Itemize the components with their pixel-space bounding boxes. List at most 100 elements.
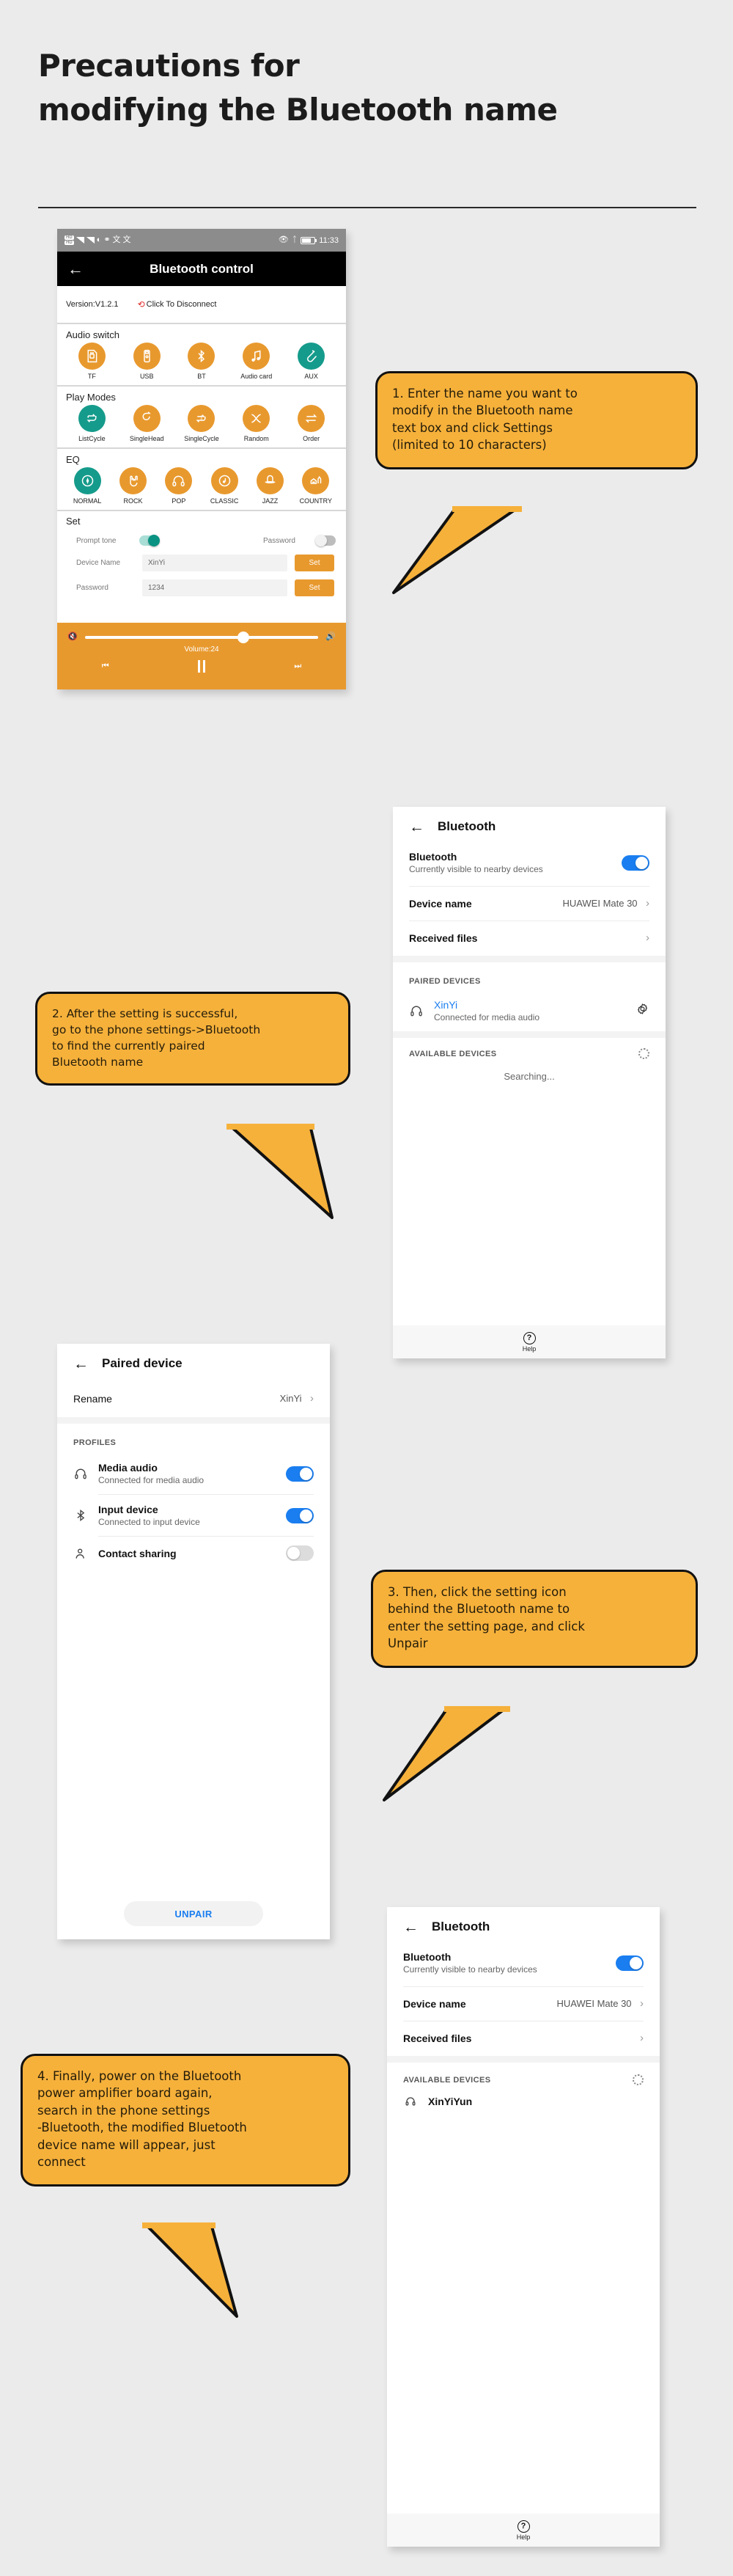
profile-toggle-media-audio[interactable]: [286, 1466, 314, 1482]
password-input[interactable]: 1234: [142, 579, 287, 596]
password-label: Password: [76, 583, 108, 592]
volume-slider-knob[interactable]: [237, 631, 250, 643]
callout-step-2-tail: [226, 1124, 334, 1219]
ime-icon-2: 文: [122, 235, 131, 244]
eq-item-country[interactable]: COUNTRY: [293, 467, 339, 505]
headphones-icon: [165, 467, 193, 494]
profile-toggle-input-device[interactable]: [286, 1507, 314, 1523]
profile-row-input-device[interactable]: Input device Connected to input device: [57, 1495, 330, 1536]
available-device-name[interactable]: XinYiYun: [428, 2096, 644, 2107]
callout-step-4-tail: [142, 2222, 238, 2318]
paired-device-status: Connected for media audio: [434, 1012, 540, 1022]
play-mode-label: SingleHead: [129, 435, 164, 442]
eq-item-pop[interactable]: POP: [156, 467, 202, 505]
password-toggle-label: Password: [263, 536, 295, 545]
received-files-row[interactable]: Received files ›: [393, 921, 666, 956]
profile-row-contact-sharing[interactable]: Contact sharing: [57, 1537, 330, 1570]
play-mode-item-singlecycle[interactable]: 1 SingleCycle: [174, 405, 229, 442]
device-name-label: Device name: [409, 898, 472, 910]
bluetooth-toggle[interactable]: [622, 855, 649, 871]
music-note-icon: [243, 343, 270, 370]
volume-mute-icon[interactable]: 🔇: [67, 633, 78, 641]
rename-row[interactable]: Rename XinYi ›: [57, 1383, 330, 1417]
disconnect-button[interactable]: ⟲ Click To Disconnect: [138, 299, 217, 310]
bluetooth-icon: [73, 1508, 88, 1523]
rename-label: Rename: [73, 1393, 112, 1405]
audio-switch-label: USB: [139, 373, 154, 380]
wechat-icon: ⚭: [103, 235, 111, 244]
play-mode-item-random[interactable]: Random: [229, 405, 284, 442]
eq-label: COUNTRY: [299, 497, 332, 505]
refresh-icon: ⟲: [137, 299, 145, 310]
play-mode-label: SingleCycle: [184, 435, 219, 442]
audio-switch-item-tf[interactable]: TF: [65, 343, 119, 380]
profile-row-media-audio[interactable]: Media audio Connected for media audio: [57, 1453, 330, 1494]
paired-device-name[interactable]: XinYi: [434, 999, 625, 1011]
available-device-row[interactable]: XinYiYun: [387, 2085, 660, 2118]
eq-item-jazz[interactable]: JAZZ: [247, 467, 292, 505]
pause-icon[interactable]: [197, 660, 205, 673]
settings-bar: ← Bluetooth: [393, 807, 666, 846]
audio-switch-item-audio-card[interactable]: Audio card: [229, 343, 284, 380]
play-mode-item-singlehead[interactable]: SingleHead: [119, 405, 174, 442]
bluetooth-toggle[interactable]: [616, 1955, 644, 1971]
gear-icon[interactable]: [636, 1002, 649, 1020]
phone-screenshot-paired-device: ← Paired device Rename XinYi › PROFILES …: [57, 1344, 330, 1939]
callout-step-1-text: 1. Enter the name you want to modify in …: [375, 371, 698, 469]
audio-switch-item-usb[interactable]: USB: [119, 343, 174, 380]
available-devices-header-row: AVAILABLE DEVICES: [387, 2063, 660, 2085]
previous-track-icon[interactable]: ⏮: [102, 662, 109, 670]
bluetooth-toggle-row[interactable]: Bluetooth Currently visible to nearby de…: [387, 1947, 660, 1986]
volume-slider[interactable]: [84, 631, 319, 643]
hd-volte-icons: HD HD: [65, 235, 74, 245]
device-name-row[interactable]: Device name HUAWEI Mate 30 ›: [387, 1987, 660, 2021]
paired-device-row[interactable]: XinYi Connected for media audio: [393, 990, 666, 1031]
callout-step-3-tail: [383, 1706, 510, 1801]
audio-switch-row: TF USB BT Audio card AUX: [57, 343, 346, 380]
unpair-button[interactable]: UNPAIR: [124, 1901, 263, 1926]
play-modes-section: Play Modes ListCycle SingleHead 1 Single…: [57, 387, 346, 449]
device-name-set-button[interactable]: Set: [295, 554, 334, 571]
next-track-icon[interactable]: ⏭: [294, 662, 301, 670]
help-bar[interactable]: ? Help: [393, 1325, 666, 1358]
vinyl-note-icon: [210, 467, 238, 494]
prompt-tone-row: Prompt tone Password: [57, 531, 346, 550]
audio-switch-item-aux[interactable]: AUX: [284, 343, 339, 380]
device-name-row[interactable]: Device name HUAWEI Mate 30 ›: [393, 887, 666, 921]
prompt-tone-toggle[interactable]: [139, 535, 160, 546]
arrow-left-icon[interactable]: ←: [403, 1920, 419, 1935]
device-name-input[interactable]: XinYi: [142, 554, 287, 571]
profile-label: Media audio: [98, 1462, 158, 1474]
loading-spinner-icon: [638, 1048, 649, 1059]
chevron-right-icon: ›: [646, 897, 649, 910]
profile-toggle-contact-sharing[interactable]: [286, 1545, 314, 1561]
set-section: Set Prompt tone Password Device Name Xin…: [57, 511, 346, 600]
order-arrows-icon: [298, 405, 325, 432]
bluetooth-icon: [188, 343, 216, 370]
device-name-label: Device Name: [76, 558, 121, 567]
disconnect-label: Click To Disconnect: [146, 300, 217, 309]
received-files-row[interactable]: Received files ›: [387, 2021, 660, 2056]
password-toggle[interactable]: [315, 535, 336, 546]
audio-switch-label: TF: [87, 373, 96, 380]
play-mode-item-order[interactable]: Order: [284, 405, 339, 442]
rename-value: XinYi: [279, 1393, 302, 1404]
profile-sub: Connected to input device: [98, 1517, 200, 1527]
play-mode-item-listcycle[interactable]: ListCycle: [65, 405, 119, 442]
help-bar[interactable]: ? Help: [387, 2514, 660, 2547]
eq-item-rock[interactable]: ROCK: [110, 467, 155, 505]
profile-label: Contact sharing: [98, 1547, 177, 1559]
profiles-header-row: PROFILES: [57, 1424, 330, 1453]
audio-switch-item-bt[interactable]: BT: [174, 343, 229, 380]
eq-item-classic[interactable]: CLASSIC: [202, 467, 247, 505]
available-devices-header: AVAILABLE DEVICES: [403, 2075, 491, 2085]
arrow-left-icon[interactable]: ←: [409, 819, 424, 835]
password-set-button[interactable]: Set: [295, 579, 334, 596]
arrow-left-icon[interactable]: ←: [67, 260, 84, 277]
repeat-list-icon: [78, 405, 106, 432]
volume-up-icon[interactable]: 🔊: [325, 633, 336, 641]
eq-item-normal[interactable]: NORMAL: [65, 467, 110, 505]
bluetooth-sub: Currently visible to nearby devices: [403, 1964, 537, 1975]
arrow-left-icon[interactable]: ←: [73, 1356, 89, 1372]
bluetooth-toggle-row[interactable]: Bluetooth Currently visible to nearby de…: [393, 846, 666, 886]
